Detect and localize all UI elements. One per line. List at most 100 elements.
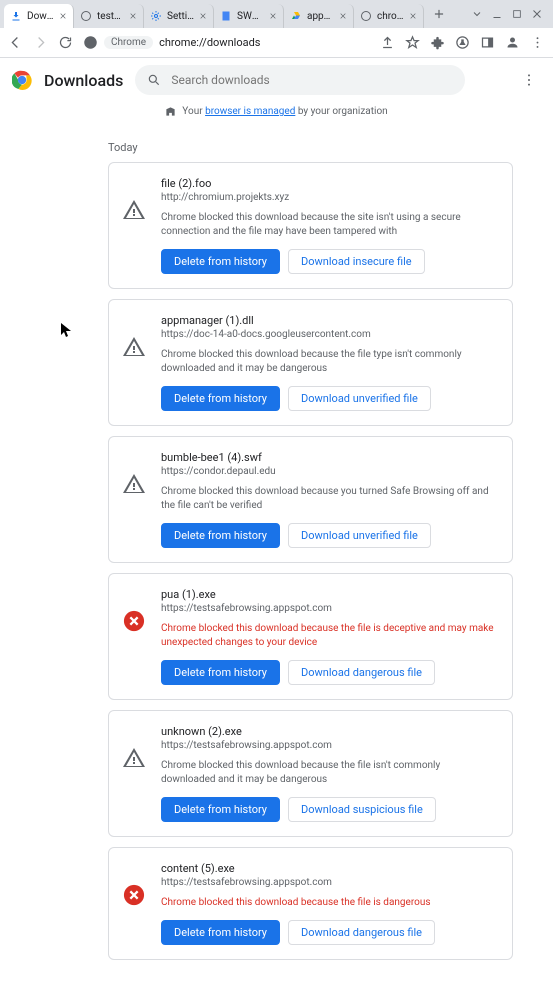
download-anyway-button[interactable]: Download dangerous file <box>288 660 435 685</box>
downloads-list: Today file (2).foo http://chromium.projek… <box>0 121 553 990</box>
file-name: bumble-bee1 (4).swf <box>161 451 496 464</box>
file-message: Chrome blocked this download because the… <box>161 759 496 787</box>
download-card: appmanager (1).dllhttps://doc-14-a0-docs… <box>108 299 513 426</box>
back-icon[interactable] <box>8 35 23 50</box>
downloads-header: Downloads <box>0 58 553 102</box>
forward-icon[interactable] <box>33 35 48 50</box>
download-anyway-button[interactable]: Download insecure file <box>288 249 425 274</box>
reload-icon[interactable] <box>58 35 73 50</box>
file-source: https://testsafebrowsing.appspot.com <box>161 740 496 751</box>
globe-icon <box>360 10 372 22</box>
tab-label: SWF File D <box>237 11 264 22</box>
card-actions: Delete from history Download suspicious f… <box>161 797 496 822</box>
close-window-icon[interactable] <box>531 8 543 20</box>
managed-banner: Your browser is managed by your organiza… <box>0 102 553 121</box>
more-actions-button[interactable] <box>517 68 541 92</box>
managed-suffix: by your organization <box>295 106 387 117</box>
labs-icon[interactable] <box>455 35 470 50</box>
delete-button[interactable]: Delete from history <box>161 797 280 822</box>
search-box[interactable] <box>135 65 465 95</box>
star-icon[interactable] <box>405 35 420 50</box>
tab-label: appmanage <box>307 11 334 22</box>
file-name: content (5).exe <box>161 862 496 875</box>
search-input[interactable] <box>171 73 453 87</box>
globe-icon <box>80 10 92 22</box>
download-anyway-button[interactable]: Download dangerous file <box>288 920 435 945</box>
close-icon[interactable] <box>199 12 207 20</box>
tab-label: Settings - S <box>167 11 194 22</box>
warning-icon <box>121 334 147 360</box>
toolbar: Chrome chrome://downloads <box>0 28 553 58</box>
side-panel-icon[interactable] <box>480 35 495 50</box>
tab-chromium[interactable]: chromium- <box>354 4 424 28</box>
tab-downloads[interactable]: Downloads <box>4 4 74 28</box>
download-card: pua (1).exe https://testsafebrowsing.apps… <box>108 573 513 700</box>
managed-link[interactable]: browser is managed <box>205 106 295 117</box>
extensions-icon[interactable] <box>430 35 445 50</box>
origin-chip: Chrome <box>104 36 153 49</box>
card-actions: Delete from history Download dangerous fi… <box>161 920 496 945</box>
tab-swf[interactable]: SWF File D <box>214 4 284 28</box>
warning-icon <box>121 745 147 771</box>
download-card: content (5).exe https://testsafebrowsing.… <box>108 847 513 960</box>
card-actions: Delete from history Download unverified f… <box>161 523 496 548</box>
danger-icon <box>121 608 147 634</box>
url-text: chrome://downloads <box>159 36 260 49</box>
menu-icon[interactable] <box>530 35 545 50</box>
tab-label: chromium- <box>377 11 404 22</box>
chrome-logo-icon <box>12 70 32 90</box>
file-source: http://chromium.projekts.xyz <box>161 192 496 203</box>
download-icon <box>10 10 22 22</box>
file-message: Chrome blocked this download because the… <box>161 211 496 239</box>
delete-button[interactable]: Delete from history <box>161 249 280 274</box>
delete-button[interactable]: Delete from history <box>161 920 280 945</box>
close-icon[interactable] <box>339 12 347 20</box>
delete-button[interactable]: Delete from history <box>161 386 280 411</box>
file-source: https://testsafebrowsing.appspot.com <box>161 603 496 614</box>
delete-button[interactable]: Delete from history <box>161 523 280 548</box>
file-message: Chrome blocked this download because the… <box>161 348 496 376</box>
share-icon[interactable] <box>380 35 395 50</box>
chevron-down-icon[interactable] <box>471 8 483 20</box>
close-icon[interactable] <box>269 12 277 20</box>
minimize-icon[interactable] <box>491 8 503 20</box>
doc-icon <box>220 10 232 22</box>
managed-text: Your browser is managed by your organiza… <box>182 106 387 117</box>
file-source: https://condor.depaul.edu <box>161 466 496 477</box>
file-message: Chrome blocked this download because the… <box>161 896 496 910</box>
maximize-icon[interactable] <box>511 8 523 20</box>
download-body: unknown (2).exe https://testsafebrowsing.… <box>161 725 496 822</box>
file-name: pua (1).exe <box>161 588 496 601</box>
toolbar-actions <box>380 35 545 50</box>
download-card: bumble-bee1 (4).swf https://condor.depaul… <box>108 436 513 563</box>
download-body: file (2).foo http://chromium.projekts.xyz… <box>161 177 496 274</box>
download-anyway-button[interactable]: Download unverified file <box>288 386 431 411</box>
tab-testsafebrowsing[interactable]: testsafebro <box>74 4 144 28</box>
gear-icon <box>150 10 162 22</box>
close-icon[interactable] <box>409 12 417 20</box>
tab-settings[interactable]: Settings - S <box>144 4 214 28</box>
omnibox[interactable]: Chrome chrome://downloads <box>83 35 370 50</box>
tab-appmanager[interactable]: appmanage <box>284 4 354 28</box>
managed-prefix: Your <box>182 106 205 117</box>
file-name: file (2).foo <box>161 177 496 190</box>
file-message: Chrome blocked this download because the… <box>161 622 496 650</box>
profile-icon[interactable] <box>505 35 520 50</box>
close-icon[interactable] <box>129 12 137 20</box>
window-controls <box>471 8 549 20</box>
download-anyway-button[interactable]: Download unverified file <box>288 523 431 548</box>
card-actions: Delete from history Download insecure fil… <box>161 249 496 274</box>
new-tab-button[interactable] <box>428 3 450 25</box>
file-message: Chrome blocked this download because you… <box>161 485 496 513</box>
download-card: unknown (2).exe https://testsafebrowsing.… <box>108 710 513 837</box>
file-name: unknown (2).exe <box>161 725 496 738</box>
section-today: Today <box>108 141 513 154</box>
download-body: bumble-bee1 (4).swf https://condor.depaul… <box>161 451 496 548</box>
close-icon[interactable] <box>59 12 67 20</box>
download-body: content (5).exe https://testsafebrowsing.… <box>161 862 496 945</box>
download-body: appmanager (1).dllhttps://doc-14-a0-docs… <box>161 314 496 411</box>
file-source: https://testsafebrowsing.appspot.com <box>161 877 496 888</box>
download-anyway-button[interactable]: Download suspicious file <box>288 797 436 822</box>
delete-button[interactable]: Delete from history <box>161 660 280 685</box>
card-actions: Delete from history Download unverified f… <box>161 386 496 411</box>
